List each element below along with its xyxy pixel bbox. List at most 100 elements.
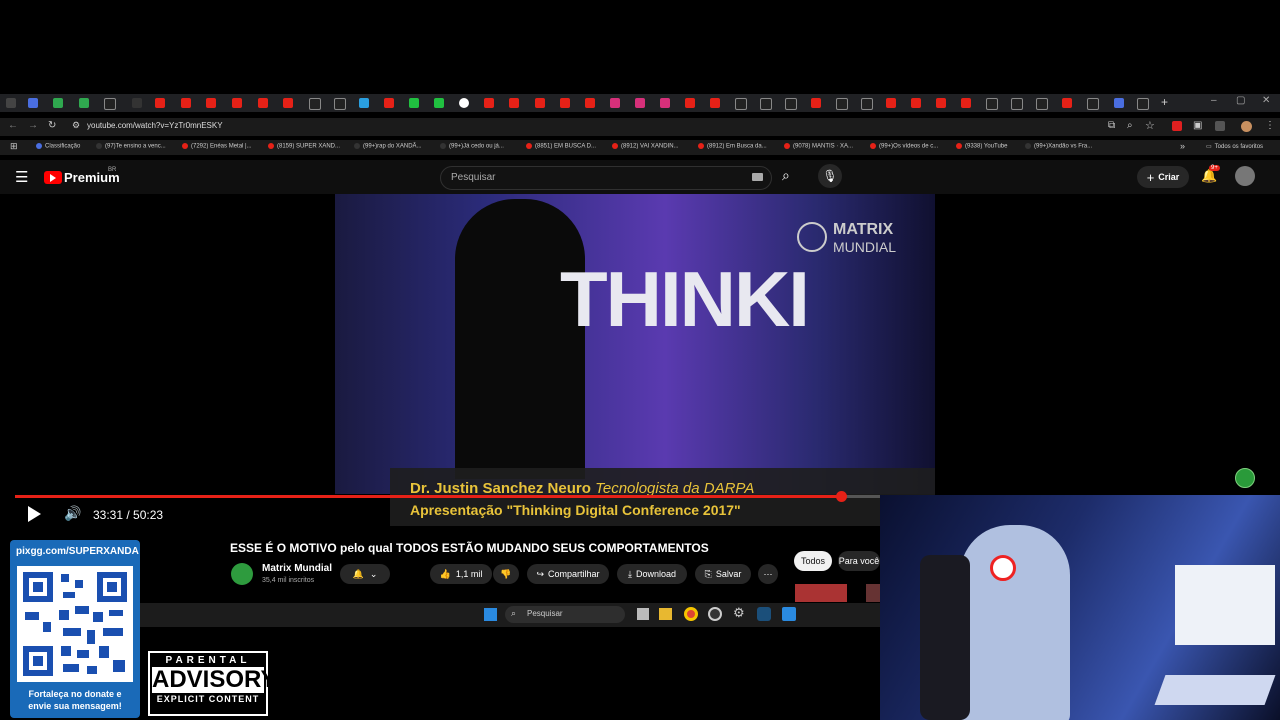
scrubber-handle[interactable] (836, 491, 848, 502)
tab-favicon[interactable] (1036, 98, 1048, 110)
tab-favicon[interactable] (986, 98, 998, 110)
channel-name[interactable]: Matrix Mundial (262, 563, 332, 574)
extension-icon[interactable]: ▣ (1193, 120, 1202, 131)
tab-favicon[interactable] (1137, 98, 1149, 110)
tab-favicon[interactable] (660, 98, 670, 108)
settings-gear-icon[interactable]: ⚙ (733, 605, 745, 621)
bookmark-item[interactable]: (8912) Em Busca da... (698, 143, 767, 150)
forward-icon[interactable]: → (28, 120, 38, 131)
bookmark-item[interactable]: (99+)Xandão vs Fra... (1025, 143, 1092, 150)
minimize-icon[interactable]: – (1211, 95, 1217, 106)
hamburger-menu-icon[interactable]: ☰ (15, 168, 28, 186)
tab-favicon[interactable] (484, 98, 494, 108)
bookmark-item[interactable]: (8851) EM BUSCA D... (526, 143, 596, 150)
tab-favicon[interactable] (104, 98, 116, 110)
tab-favicon[interactable] (535, 98, 545, 108)
task-view-icon[interactable] (637, 608, 649, 620)
account-avatar[interactable] (1235, 166, 1255, 186)
tab-favicon[interactable] (610, 98, 620, 108)
tab-favicon[interactable] (861, 98, 873, 110)
bookmark-item[interactable]: (9078) MANTIS · XA... (784, 143, 853, 150)
tab-favicon[interactable] (258, 98, 268, 108)
tab-favicon[interactable] (1011, 98, 1023, 110)
tab-favicon[interactable] (409, 98, 419, 108)
bookmark-item[interactable]: (99+)Já cedo ou já... (440, 143, 504, 150)
tab-favicon[interactable] (359, 98, 369, 108)
tab-favicon[interactable] (1062, 98, 1072, 108)
save-button[interactable]: ⎘ Salvar (695, 564, 751, 584)
video-player[interactable]: THINKI MATRIX MUNDIAL (335, 194, 935, 494)
bookmark-item[interactable]: (9338) YouTube (956, 143, 1007, 150)
voice-search-icon[interactable]: 🎙 (818, 164, 842, 188)
tab-favicon[interactable] (206, 98, 216, 108)
tab-favicon[interactable] (459, 98, 469, 108)
play-icon[interactable] (28, 506, 41, 522)
tab-favicon[interactable] (1114, 98, 1124, 108)
tab-favicon[interactable] (79, 98, 89, 108)
tab-favicon[interactable] (28, 98, 38, 108)
tab-list-icon[interactable] (6, 98, 16, 108)
recommended-thumbnail[interactable] (866, 584, 880, 602)
file-explorer-icon[interactable] (659, 608, 672, 620)
back-icon[interactable]: ← (8, 120, 18, 131)
search-box[interactable]: Pesquisar (440, 166, 772, 190)
bookmark-item[interactable]: Classificação (36, 143, 80, 150)
tab-favicon[interactable] (334, 98, 346, 110)
dislike-button[interactable]: 👎 (493, 564, 519, 584)
tab-favicon[interactable] (911, 98, 921, 108)
progress-bar[interactable] (15, 491, 880, 502)
tab-favicon[interactable] (836, 98, 848, 110)
all-favorites-folder[interactable]: ▭ Todos os favoritos (1206, 143, 1263, 150)
tab-favicon[interactable] (232, 98, 242, 108)
profile-avatar[interactable] (1241, 121, 1252, 132)
zoom-icon[interactable]: ⌕ (1127, 120, 1133, 131)
bookmark-item[interactable]: (99+)Os vídeos de c... (870, 143, 938, 150)
tab-favicon[interactable] (560, 98, 570, 108)
share-button[interactable]: ↪ Compartilhar (527, 564, 609, 584)
tab-favicon[interactable] (309, 98, 321, 110)
install-icon[interactable]: ⧉ (1108, 120, 1115, 131)
tab-favicon[interactable] (635, 98, 645, 108)
floating-globe-icon[interactable] (1235, 468, 1255, 488)
site-info-icon[interactable]: ⚙ (72, 120, 80, 131)
more-actions-button[interactable]: ⋯ (758, 564, 778, 584)
search-icon[interactable]: ⌕ (782, 167, 790, 184)
tab-favicon[interactable] (585, 98, 595, 108)
recommended-thumbnail[interactable] (795, 584, 847, 602)
bookmarks-overflow-icon[interactable]: » (1180, 141, 1185, 151)
tab-favicon[interactable] (760, 98, 772, 110)
bookmark-star-icon[interactable]: ☆ (1145, 119, 1155, 132)
tab-favicon[interactable] (886, 98, 896, 108)
taskbar-search[interactable]: ⌕ Pesquisar (505, 606, 625, 623)
chip-all[interactable]: Todos (794, 551, 832, 571)
close-window-icon[interactable]: ✕ (1262, 95, 1270, 106)
tab-favicon[interactable] (283, 98, 293, 108)
apps-grid-icon[interactable]: ⊞ (10, 141, 18, 152)
extension-icon[interactable] (1215, 121, 1225, 131)
tab-favicon[interactable] (961, 98, 971, 108)
app-icon[interactable] (782, 607, 796, 621)
address-input[interactable]: youtube.com/watch?v=YzTr0mnESKY (87, 121, 223, 130)
tab-favicon[interactable] (811, 98, 821, 108)
browser-menu-icon[interactable]: ⋮ (1265, 120, 1275, 131)
tab-favicon[interactable] (710, 98, 720, 108)
tab-favicon[interactable] (434, 98, 444, 108)
tab-favicon[interactable] (1087, 98, 1099, 110)
bookmark-item[interactable]: (8159) SUPER XAND... (268, 143, 340, 150)
extension-icon[interactable] (1172, 121, 1182, 131)
reload-icon[interactable]: ↻ (48, 120, 56, 131)
maximize-icon[interactable]: ▢ (1236, 95, 1245, 106)
bookmark-item[interactable]: (8912) VAI XANDIN... (612, 143, 679, 150)
steam-icon[interactable] (757, 607, 771, 621)
tab-favicon[interactable] (53, 98, 63, 108)
like-button[interactable]: 👍 1,1 mil (430, 564, 492, 584)
bookmark-item[interactable]: (97)Te ensino a venc... (96, 143, 166, 150)
volume-icon[interactable]: 🔊 (64, 505, 81, 522)
tab-favicon[interactable] (155, 98, 165, 108)
windows-start-icon[interactable] (484, 608, 497, 621)
bookmark-item[interactable]: (99+)rap do XANDÃ... (354, 143, 422, 150)
search-input[interactable]: Pesquisar (451, 172, 495, 183)
chip-for-you[interactable]: Para você (838, 551, 880, 571)
tab-favicon[interactable] (785, 98, 797, 110)
tab-favicon[interactable] (735, 98, 747, 110)
